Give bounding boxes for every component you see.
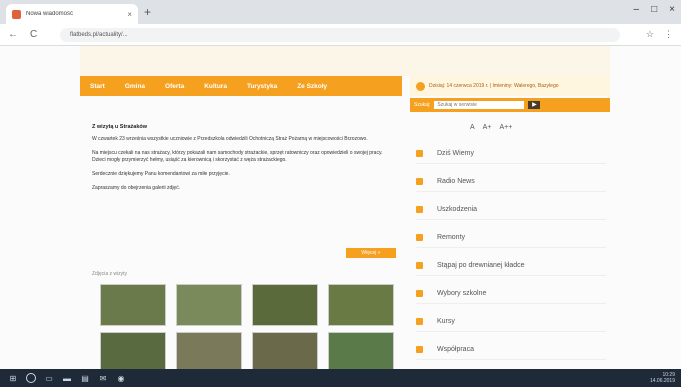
gallery-thumbnail[interactable]	[328, 332, 394, 369]
menu-item-turystyka[interactable]: Turystyka	[247, 83, 277, 90]
tab-title: Nowa wiadomość	[26, 11, 74, 17]
header-banner	[80, 46, 610, 76]
sidebar-item[interactable]: Stąpaj po drewnianej kładce	[416, 256, 606, 276]
menu-icon[interactable]: ⋮	[664, 29, 673, 40]
tab-close-icon[interactable]: ×	[127, 10, 132, 19]
gallery-thumbnail[interactable]	[100, 332, 166, 369]
page-viewport: Start Gmina Oferta Kultura Turystyka Ze …	[0, 46, 681, 369]
sidebar-item[interactable]: Współpraca	[416, 340, 606, 360]
gallery-thumbnail[interactable]	[100, 284, 166, 326]
font-large-button[interactable]: A+	[483, 124, 492, 131]
bullet-icon	[416, 290, 423, 297]
mail-icon[interactable]: ✉	[98, 373, 108, 383]
font-normal-button[interactable]: A	[470, 124, 475, 131]
close-window-icon[interactable]: ×	[669, 4, 675, 15]
article-paragraph: W czwartek 23 września wszystkie uczniow…	[92, 136, 368, 142]
minimize-icon[interactable]: –	[634, 4, 640, 15]
bullet-icon	[416, 206, 423, 213]
sidebar-item[interactable]: Kursy	[416, 312, 606, 332]
font-size-controls: A A+ A++	[410, 120, 610, 134]
main-menu: Start Gmina Oferta Kultura Turystyka Ze …	[80, 76, 402, 96]
article-paragraph: Serdecznie dziękujemy Panu komendantowi …	[92, 171, 230, 177]
explorer-icon[interactable]: ▬	[62, 373, 72, 383]
gallery-thumbnail[interactable]	[252, 284, 318, 326]
article-paragraph: Na miejscu czekali na nas strażacy, któr…	[92, 150, 383, 163]
tab-bar: Nowa wiadomość × + – □ ×	[0, 0, 681, 24]
bullet-icon	[416, 234, 423, 241]
article-title: Z wizytą u Strażaków	[92, 124, 148, 130]
new-tab-button[interactable]: +	[144, 5, 151, 19]
sidebar-item-label: Kursy	[437, 318, 455, 325]
browser-tab[interactable]: Nowa wiadomość ×	[6, 4, 138, 24]
bullet-icon	[416, 262, 423, 269]
reload-icon[interactable]: C	[30, 29, 37, 40]
start-icon[interactable]: ⊞	[8, 373, 18, 383]
article-paragraph: Zapraszamy do obejrzenia galerii zdjęć.	[92, 185, 181, 191]
sidebar-item-label: Współpraca	[437, 346, 474, 353]
address-icons: ☆ ⋮	[646, 29, 673, 40]
bullet-icon	[416, 346, 423, 353]
gallery-thumbnail[interactable]	[176, 332, 242, 369]
date-text: Dzisiaj: 14 czerwca 2019 r. | Imieniny: …	[429, 83, 559, 89]
sidebar-item[interactable]: Wybory szkolne	[416, 284, 606, 304]
sidebar-item-label: Stąpaj po drewnianej kładce	[437, 262, 525, 269]
sidebar-item[interactable]: Radio News	[416, 172, 606, 192]
taskbar: ⊞ ▭ ▬ ▤ ✉ ◉ 10:29 14.06.2019	[0, 369, 681, 387]
chrome-icon[interactable]: ◉	[116, 373, 126, 383]
bullet-icon	[416, 178, 423, 185]
menu-item-oferta[interactable]: Oferta	[165, 83, 184, 90]
sidebar-item-label: Radio News	[437, 178, 475, 185]
sidebar-item-label: Wybory szkolne	[437, 290, 487, 297]
search-button[interactable]: ▶	[528, 101, 541, 109]
menu-item-kultura[interactable]: Kultura	[204, 83, 227, 90]
menu-item-szkola[interactable]: Ze Szkoły	[297, 83, 327, 90]
sidebar-item-label: Dziś Wiemy	[437, 150, 474, 157]
search-label: Szukaj:	[414, 102, 431, 108]
system-tray: 10:29 14.06.2019	[650, 372, 675, 384]
sidebar-item[interactable]: Remonty	[416, 228, 606, 248]
menu-item-gmina[interactable]: Gmina	[125, 83, 145, 90]
sidebar-item-label: Uszkodzenia	[437, 206, 478, 213]
task-view-icon[interactable]: ▭	[44, 373, 54, 383]
window-controls: – □ ×	[634, 4, 675, 15]
gallery-thumbnail[interactable]	[176, 284, 242, 326]
search-bar: Szukaj: ▶	[410, 98, 610, 112]
article: Z wizytą u Strażaków W czwartek 23 wrześ…	[92, 124, 396, 199]
sidebar-item[interactable]: Uszkodzenia	[416, 200, 606, 220]
sidebar-item-label: Remonty	[437, 234, 466, 241]
gallery-title: Zdjęcia z wizyty	[92, 271, 128, 277]
favicon-icon	[12, 9, 21, 19]
bullet-icon	[416, 318, 423, 325]
back-icon[interactable]: ←	[8, 29, 18, 40]
gallery-thumbnail[interactable]	[328, 284, 394, 326]
search-input[interactable]	[434, 101, 525, 109]
tray-date: 14.06.2019	[649, 378, 675, 384]
maximize-icon[interactable]: □	[651, 4, 657, 15]
bookmark-icon[interactable]: ☆	[646, 29, 654, 40]
url-field[interactable]: flatbeds.pl/actuality/...	[60, 28, 620, 42]
bullet-icon	[416, 150, 423, 157]
gallery-thumbnail[interactable]	[252, 332, 318, 369]
date-info: Dzisiaj: 14 czerwca 2019 r. | Imieniny: …	[410, 76, 610, 96]
font-xlarge-button[interactable]: A++	[499, 124, 512, 131]
address-bar: ← C flatbeds.pl/actuality/... ☆ ⋮	[0, 24, 681, 46]
sidebar-item[interactable]: Dziś Wiemy	[416, 144, 606, 164]
search-icon[interactable]	[26, 373, 36, 383]
sun-icon	[416, 81, 425, 91]
menu-item-start[interactable]: Start	[90, 83, 105, 90]
store-icon[interactable]: ▤	[80, 373, 90, 383]
more-button[interactable]: Więcej »	[346, 248, 396, 258]
